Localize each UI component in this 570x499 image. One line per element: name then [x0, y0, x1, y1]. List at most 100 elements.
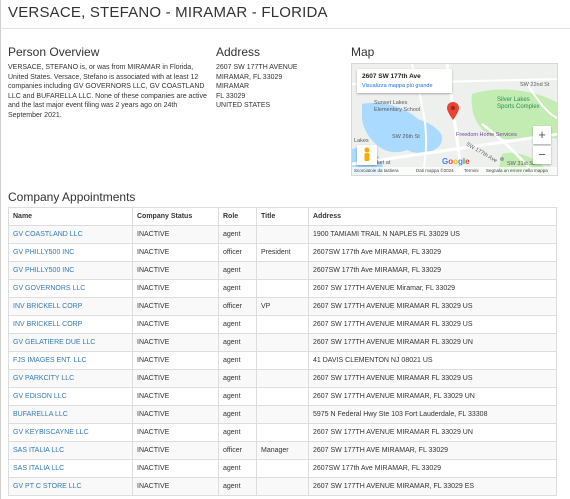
- company-name-link[interactable]: INV BRICKELL CORP: [13, 321, 82, 328]
- map-terms-link[interactable]: Termini: [464, 167, 479, 175]
- company-name-cell: GV PHILLY500 INC: [8, 261, 133, 280]
- title-cell: [256, 405, 309, 424]
- company-name-cell: GV PHILLY500 INC: [8, 243, 133, 262]
- overview-text: VERSACE, STEFANO is, or was from MIRAMAR…: [8, 64, 207, 119]
- company-name-link[interactable]: GV KEYBISCAYNE LLC: [13, 429, 89, 436]
- table-row: GV PT C STORE LLC INACTIVE agent 2607 SW 17…: [8, 477, 557, 496]
- title-divider: [0, 28, 570, 29]
- title-cell: [256, 387, 309, 406]
- map-label-sw26: SW 26th St: [392, 134, 420, 140]
- company-name-cell: GV PT C STORE LLC: [8, 477, 133, 496]
- table-row: SAS ITALIA LLC INACTIVE officer Manager 2607…: [8, 441, 557, 460]
- map-zoom-in-button[interactable]: +: [533, 126, 551, 144]
- role-cell: officer: [218, 243, 257, 262]
- company-name-link[interactable]: FJS IMAGES ENT. LLC: [13, 357, 87, 364]
- map-zoom-out-button[interactable]: −: [533, 146, 551, 164]
- map-report-error-link[interactable]: Segnala un errore nella mappa: [486, 167, 548, 175]
- table-row: BUFARELLA LLC INACTIVE agent 5975 N Federal…: [8, 405, 557, 424]
- company-address-cell: 1900 TAMIAMI TRAIL N NAPLES FL 33029 US: [308, 225, 557, 244]
- role-cell: agent: [218, 261, 257, 280]
- company-status-cell: INACTIVE: [132, 423, 219, 442]
- streetview-pegman-icon[interactable]: [357, 145, 377, 165]
- company-status-cell: INACTIVE: [132, 441, 219, 460]
- title-cell: VP: [256, 297, 309, 316]
- company-name-link[interactable]: SAS ITALIA LLC: [13, 447, 64, 454]
- table-row: GV PHILLY500 INC INACTIVE officer President…: [8, 243, 557, 262]
- map-poi-sports-complex: Sports Complex: [497, 104, 540, 110]
- map-widget[interactable]: 2607 SW 177th Ave Visualizza mappa più g…: [351, 63, 558, 176]
- overview-heading: Person Overview: [8, 45, 100, 59]
- company-address-cell: 2607 SW 177TH AVENUE MIRAMAR FL 33029 US: [308, 315, 557, 334]
- company-name-link[interactable]: GV PHILLY500 INC: [13, 249, 74, 256]
- company-name-link[interactable]: SAS ITALIA LLC: [13, 465, 64, 472]
- appointments-table: Name Company Status Role Title Address G…: [8, 207, 557, 496]
- table-row: SAS ITALIA LLC INACTIVE agent 2607SW 177th …: [8, 459, 557, 478]
- company-name-link[interactable]: GV EDISON LLC: [13, 393, 67, 400]
- company-status-cell: INACTIVE: [132, 279, 219, 298]
- company-name-link[interactable]: BUFARELLA LLC: [13, 411, 68, 418]
- company-status-cell: INACTIVE: [132, 225, 219, 244]
- map-label-lakes: Lakes: [354, 138, 369, 144]
- address-block: 2607 SW 177TH AVENUE MIRAMAR, FL 33029 M…: [216, 63, 336, 111]
- role-cell: agent: [218, 459, 257, 478]
- company-address-cell: 2607SW 177th Ave MIRAMAR, FL 33029: [308, 261, 557, 280]
- map-label-freedom-home: Freedom Home Services: [456, 132, 517, 138]
- table-row: GV PARKCITY LLC INACTIVE agent 2607 SW 177T…: [8, 369, 557, 388]
- title-cell: President: [256, 243, 309, 262]
- company-address-cell: 2607SW 177th Ave MIRAMAR, FL 33029: [308, 243, 557, 262]
- role-cell: agent: [218, 477, 257, 496]
- company-address-cell: 2607 SW 177TH AVENUE MIRAMAR FL 33029 US: [308, 369, 557, 388]
- company-name-link[interactable]: GV PHILLY500 INC: [13, 267, 74, 274]
- company-name-link[interactable]: GV PT C STORE LLC: [13, 483, 82, 490]
- title-cell: [256, 477, 309, 496]
- title-cell: [256, 279, 309, 298]
- map-marker-icon[interactable]: [447, 102, 459, 120]
- address-line: MIRAMAR: [216, 83, 250, 91]
- role-cell: officer: [218, 297, 257, 316]
- role-cell: agent: [218, 369, 257, 388]
- column-header-address: Address: [308, 207, 557, 226]
- company-address-cell: 2607 SW 177TH AVENUE MIRAMAR, FL 33029 E…: [308, 477, 557, 496]
- company-address-cell: 2607 SW 177TH AVENUE MIRAMAR FL 33029 UN: [308, 423, 557, 442]
- company-name-link[interactable]: GV COASTLAND LLC: [13, 231, 83, 238]
- table-row: GV GOVERNORS LLC INACTIVE agent 2607 SW 177…: [8, 279, 557, 298]
- company-name-link[interactable]: GV GOVERNORS LLC: [13, 285, 85, 292]
- company-name-cell: SAS ITALIA LLC: [8, 459, 133, 478]
- role-cell: agent: [218, 315, 257, 334]
- company-name-cell: FJS IMAGES ENT. LLC: [8, 351, 133, 370]
- role-cell: agent: [218, 225, 257, 244]
- company-status-cell: INACTIVE: [132, 243, 219, 262]
- company-address-cell: 2607 SW 177TH AVENUE MIRAMAR, FL 33029 U…: [308, 387, 557, 406]
- company-name-link[interactable]: INV BRICKELL CORP: [13, 303, 82, 310]
- company-status-cell: INACTIVE: [132, 351, 219, 370]
- table-row: INV BRICKELL CORP INACTIVE agent 2607 SW 17…: [8, 315, 557, 334]
- company-status-cell: INACTIVE: [132, 387, 219, 406]
- map-heading: Map: [351, 45, 375, 59]
- title-cell: [256, 459, 309, 478]
- company-name-link[interactable]: GV PARKCITY LLC: [13, 375, 74, 382]
- address-line: 2607 SW 177TH AVENUE: [216, 64, 298, 71]
- table-row: GV COASTLAND LLC INACTIVE agent 1900 TAMIAM…: [8, 225, 557, 244]
- company-name-link[interactable]: GV GELATIERE DUE LLC: [13, 339, 95, 346]
- table-row: GV KEYBISCAYNE LLC INACTIVE agent 2607 SW 1…: [8, 423, 557, 442]
- company-status-cell: INACTIVE: [132, 333, 219, 352]
- table-row: GV PHILLY500 INC INACTIVE agent 2607SW 177t…: [8, 261, 557, 280]
- company-address-cell: 2607 SW 177TH AVENUE Miramar, FL 33029: [308, 279, 557, 298]
- company-address-cell: 2607 SW 177TH AVE MIRAMAR, FL 33029: [308, 441, 557, 460]
- role-cell: agent: [218, 423, 257, 442]
- column-header-title: Title: [256, 207, 309, 226]
- map-larger-link[interactable]: Visualizza mappa più grande: [362, 83, 433, 89]
- column-header-status: Company Status: [132, 207, 219, 226]
- company-status-cell: INACTIVE: [132, 315, 219, 334]
- company-name-cell: GV GELATIERE DUE LLC: [8, 333, 133, 352]
- map-label-elementary: Elementary School: [374, 107, 421, 113]
- company-address-cell: 2607 SW 177TH AVENUE MIRAMAR FL 33029 UN: [308, 333, 557, 352]
- company-name-cell: BUFARELLA LLC: [8, 405, 133, 424]
- map-keyboard-shortcuts-link[interactable]: Scorciatoie da tastiera: [354, 167, 399, 175]
- company-name-cell: INV BRICKELL CORP: [8, 297, 133, 316]
- company-name-cell: GV KEYBISCAYNE LLC: [8, 423, 133, 442]
- table-row: INV BRICKELL CORP INACTIVE officer VP 2607 S…: [8, 297, 557, 316]
- role-cell: agent: [218, 387, 257, 406]
- column-header-name: Name: [8, 207, 133, 226]
- address-line: FL 33029: [216, 92, 246, 100]
